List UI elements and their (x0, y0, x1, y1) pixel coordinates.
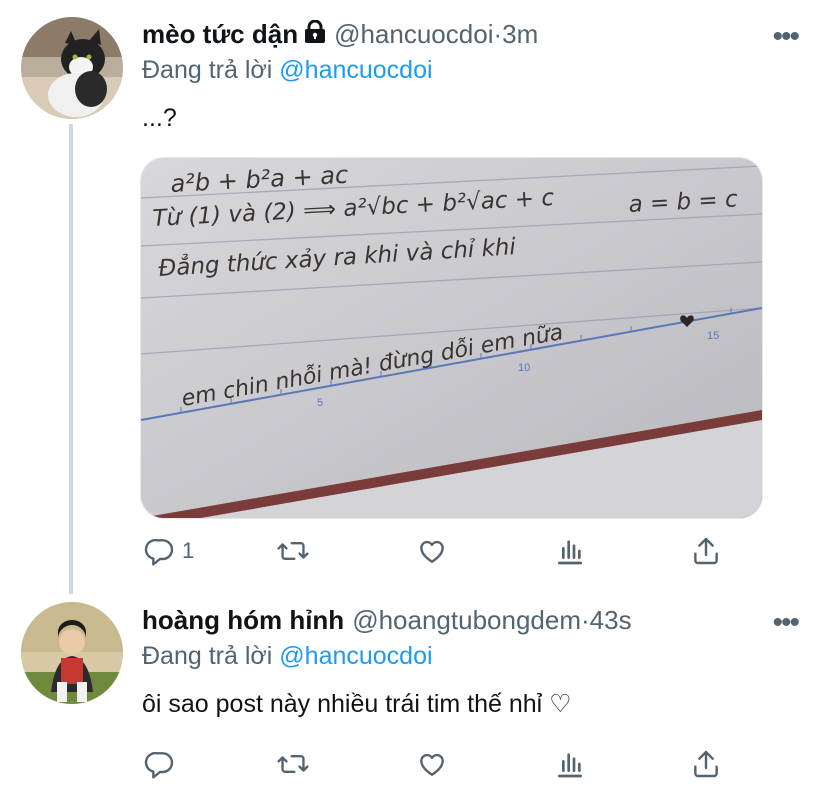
tweet-photo[interactable]: 5 10 15 a²b + b²a + ac Từ (1) và (2) ⟹ a… (140, 157, 763, 519)
share-button[interactable] (690, 744, 722, 784)
tweet-actions (140, 744, 740, 784)
tweet-text: ôi sao post này nhiều trái tim thế nhỉ ♡ (142, 690, 572, 718)
like-button[interactable] (416, 531, 448, 571)
replying-to: Đang trả lời @hancuocdoi (142, 56, 433, 85)
tweet-text: ...? (142, 104, 177, 132)
ruler-mark-15: 15 (707, 330, 719, 342)
like-icon (416, 535, 448, 567)
analytics-icon (554, 748, 586, 780)
tweet-2[interactable]: hoàng hóm hỉnh @hoangtubongdem · 43s •••… (0, 590, 828, 788)
reply-button[interactable] (144, 744, 176, 784)
analytics-button[interactable] (554, 744, 586, 784)
timestamp[interactable]: 3m (502, 19, 538, 50)
mention-link[interactable]: @hancuocdoi (279, 642, 432, 670)
like-icon (416, 748, 448, 780)
ruler-mark-5: 5 (317, 397, 323, 409)
notebook-photo: 5 10 15 a²b + b²a + ac Từ (1) và (2) ⟹ a… (141, 158, 762, 518)
analytics-button[interactable] (554, 531, 586, 571)
replying-to: Đang trả lời @hancuocdoi (142, 642, 433, 671)
share-icon (690, 535, 722, 567)
retweet-button[interactable] (276, 744, 310, 784)
tweet-actions: 1 (140, 531, 740, 571)
replying-prefix: Đang trả lời (142, 56, 280, 84)
share-button[interactable] (690, 531, 722, 571)
share-icon (690, 748, 722, 780)
mention-link[interactable]: @hancuocdoi (279, 56, 432, 84)
retweet-icon (276, 535, 310, 567)
like-button[interactable] (416, 744, 448, 784)
analytics-icon (554, 535, 586, 567)
more-icon[interactable]: ••• (772, 22, 799, 52)
timestamp[interactable]: 43s (590, 605, 632, 636)
replying-prefix: Đang trả lời (142, 642, 280, 670)
separator: · (493, 18, 503, 49)
reply-button[interactable]: 1 (144, 531, 194, 571)
retweet-icon (276, 748, 310, 780)
tweet-header: hoàng hóm hỉnh @hoangtubongdem · 43s (142, 600, 632, 640)
handle[interactable]: @hancuocdoi (334, 19, 493, 50)
avatar[interactable] (21, 17, 123, 119)
display-name[interactable]: mèo tức dận (142, 19, 298, 50)
retweet-button[interactable] (276, 531, 310, 571)
separator: · (580, 604, 590, 635)
tweet-1[interactable]: mèo tức dận @hancuocdoi · 3m ••• Đang tr… (0, 0, 828, 590)
more-icon[interactable]: ••• (772, 608, 799, 638)
display-name[interactable]: hoàng hóm hỉnh (142, 605, 344, 636)
tweet-header: mèo tức dận @hancuocdoi · 3m (142, 14, 538, 54)
reply-icon (144, 535, 176, 567)
ruler-mark-10: 10 (518, 362, 530, 374)
handle[interactable]: @hoangtubongdem (352, 605, 581, 636)
reply-icon (144, 748, 176, 780)
reply-count: 1 (182, 538, 195, 563)
avatar[interactable] (21, 602, 123, 704)
lock-icon (304, 19, 326, 49)
